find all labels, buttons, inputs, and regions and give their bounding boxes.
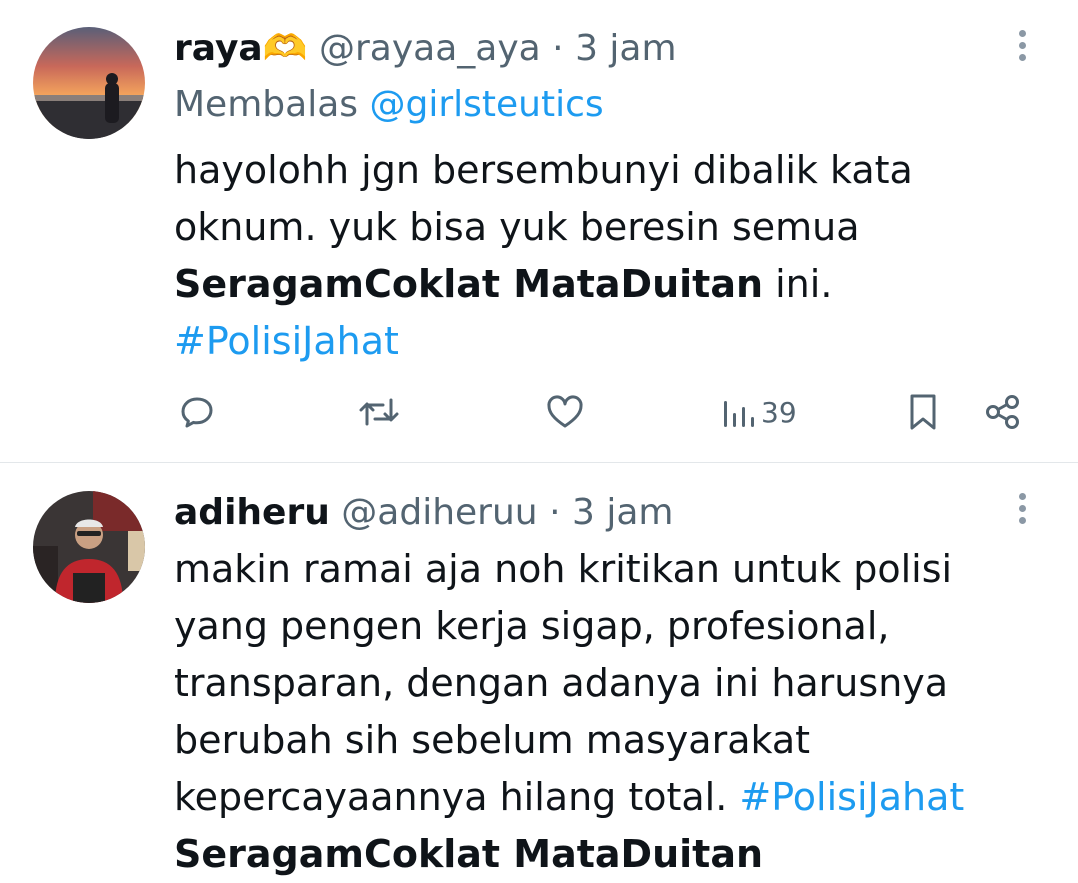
tweet-text: hayolohh jgn bersembunyi dibalik kata ok… xyxy=(174,142,1034,370)
handle[interactable]: @rayaa_aya xyxy=(319,28,541,69)
tweet[interactable]: raya🫶 @rayaa_aya · 3 jam Membalas @girls… xyxy=(0,0,1078,462)
share-button[interactable] xyxy=(983,387,1023,437)
views-button[interactable]: 39 xyxy=(721,387,797,437)
tweet[interactable]: adiheru @adiheruu · 3 jam makin ramai aj… xyxy=(0,463,1078,877)
like-button[interactable] xyxy=(545,387,585,437)
separator: · xyxy=(552,28,564,69)
tweet-header: adiheru @adiheruu · 3 jam xyxy=(174,491,673,535)
bookmark-icon xyxy=(910,394,936,430)
hashtag-link[interactable]: #PolisiJahat xyxy=(174,319,399,363)
speech-bubble-icon xyxy=(181,397,213,428)
more-options-icon[interactable] xyxy=(1014,493,1030,533)
handle[interactable]: @adiheruu xyxy=(341,492,537,533)
text-part: hayolohh jgn bersembunyi dibalik kata ok… xyxy=(174,148,913,249)
more-options-icon[interactable] xyxy=(1014,30,1030,70)
bookmark-button[interactable] xyxy=(906,387,940,437)
display-name[interactable]: raya🫶 xyxy=(174,28,308,69)
separator: · xyxy=(549,492,561,533)
avatar[interactable] xyxy=(33,27,145,139)
text-part: ini. xyxy=(763,262,833,306)
avatar[interactable] xyxy=(33,491,145,603)
share-icon xyxy=(986,395,1019,429)
display-name[interactable]: adiheru xyxy=(174,492,330,533)
avatar-image xyxy=(33,27,145,139)
heart-icon xyxy=(547,395,583,428)
tweet-text: makin ramai aja noh kritikan untuk polis… xyxy=(174,541,1034,883)
bold-text: SeragamCoklat MataDuitan xyxy=(174,262,764,306)
tweet-header: raya🫶 @rayaa_aya · 3 jam xyxy=(174,27,677,71)
bar-chart-icon xyxy=(724,401,754,427)
timestamp[interactable]: 3 jam xyxy=(572,492,673,533)
hashtag-link[interactable]: #PolisiJahat xyxy=(739,775,964,819)
timestamp[interactable]: 3 jam xyxy=(575,28,676,69)
reply-prefix: Membalas xyxy=(174,84,359,125)
retweet-icon xyxy=(359,398,399,426)
views-count: 39 xyxy=(761,395,797,429)
action-bar: 39 xyxy=(0,387,1078,437)
reply-context: Membalas @girlsteutics xyxy=(174,83,604,127)
avatar-image xyxy=(33,491,145,603)
retweet-button[interactable] xyxy=(357,387,401,437)
reply-button[interactable] xyxy=(178,387,216,437)
bold-text: SeragamCoklat MataDuitan xyxy=(174,832,764,876)
reply-handle-link[interactable]: @girlsteutics xyxy=(369,84,603,125)
